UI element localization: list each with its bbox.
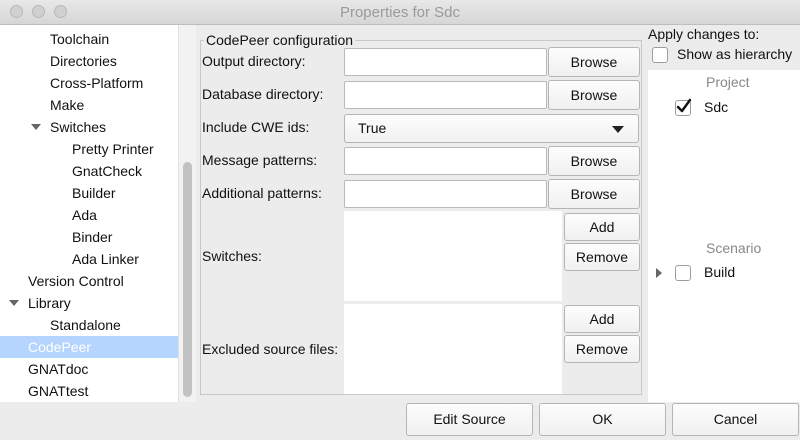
tree-item-label: Cross-Platform — [50, 75, 144, 91]
output-directory-field[interactable] — [344, 48, 547, 76]
include-cwe-value: True — [358, 120, 387, 136]
include-cwe-label: Include CWE ids: — [202, 119, 310, 135]
tree-item-codepeer[interactable]: CodePeer — [0, 336, 178, 358]
tree-item-ada-linker[interactable]: Ada Linker — [0, 248, 178, 270]
scenario-build-label: Build — [704, 264, 736, 280]
tree-item-label: Version Control — [28, 273, 124, 289]
dropdown-arrow-icon — [612, 126, 624, 133]
tree-item-ada[interactable]: Ada — [0, 204, 178, 226]
expand-triangle-icon[interactable] — [9, 300, 19, 306]
checkmark-icon — [676, 98, 691, 113]
include-cwe-select[interactable]: True — [344, 114, 639, 143]
tree-item-gnattest[interactable]: GNATtest — [0, 380, 178, 402]
properties-tree: Toolchain Directories Cross-Platform Mak… — [0, 25, 178, 402]
switches-add-button[interactable]: Add — [564, 213, 640, 241]
tree-item-toolchain[interactable]: Toolchain — [0, 28, 178, 50]
show-hierarchy-label: Show as hierarchy — [677, 46, 793, 62]
tree-item-label: Ada Linker — [72, 251, 139, 267]
tree-item-label: Toolchain — [50, 31, 110, 47]
tree-item-pretty-printer[interactable]: Pretty Printer — [0, 138, 178, 160]
excluded-add-button[interactable]: Add — [564, 305, 640, 333]
tree-item-cross-platform[interactable]: Cross-Platform — [0, 72, 178, 94]
project-sdc-checkbox[interactable] — [675, 98, 691, 116]
output-directory-label: Output directory: — [202, 53, 306, 69]
cancel-button[interactable]: Cancel — [672, 403, 799, 436]
apply-changes-panel — [648, 70, 800, 402]
excluded-remove-button[interactable]: Remove — [564, 335, 640, 363]
tree-item-binder[interactable]: Binder — [0, 226, 178, 248]
edit-source-button[interactable]: Edit Source — [406, 403, 533, 436]
group-title: CodePeer configuration — [204, 32, 356, 48]
tree-item-label: Pretty Printer — [72, 141, 154, 157]
message-patterns-browse-button[interactable]: Browse — [548, 146, 640, 176]
tree-scrollbar[interactable] — [178, 25, 196, 402]
tree-item-label: Builder — [72, 185, 116, 201]
database-directory-browse-button[interactable]: Browse — [548, 80, 640, 110]
tree-scrollbar-thumb[interactable] — [183, 162, 192, 397]
message-patterns-field[interactable] — [344, 147, 547, 175]
tree-item-label: GNATtest — [28, 383, 89, 399]
tree-item-version-control[interactable]: Version Control — [0, 270, 178, 292]
window-titlebar: Properties for Sdc — [0, 0, 800, 25]
tree-item-switches[interactable]: Switches — [0, 116, 178, 138]
tree-item-library[interactable]: Library — [0, 292, 178, 314]
tree-item-gnatdoc[interactable]: GNATdoc — [0, 358, 178, 380]
ok-button[interactable]: OK — [539, 403, 666, 436]
database-directory-field[interactable] — [344, 81, 547, 109]
tree-item-standalone[interactable]: Standalone — [0, 314, 178, 336]
tree-item-builder[interactable]: Builder — [0, 182, 178, 204]
expand-arrow-icon[interactable] — [656, 268, 662, 278]
output-directory-browse-button[interactable]: Browse — [548, 47, 640, 77]
tree-item-label: Ada — [72, 207, 97, 223]
switches-label: Switches: — [202, 248, 262, 264]
project-section-header: Project — [706, 74, 750, 90]
tree-item-label: Standalone — [50, 317, 121, 333]
switches-list[interactable] — [344, 211, 562, 301]
additional-patterns-field[interactable] — [344, 180, 547, 208]
tree-item-label: Binder — [72, 229, 113, 245]
additional-patterns-label: Additional patterns: — [202, 185, 322, 201]
tree-item-make[interactable]: Make — [0, 94, 178, 116]
scenario-build-checkbox[interactable] — [675, 265, 691, 281]
database-directory-label: Database directory: — [202, 86, 324, 102]
tree-item-label: CodePeer — [28, 339, 92, 355]
tree-item-directories[interactable]: Directories — [0, 50, 178, 72]
switches-remove-button[interactable]: Remove — [564, 243, 640, 271]
scenario-section-header: Scenario — [706, 240, 762, 256]
tree-item-label: GnatCheck — [72, 163, 143, 179]
message-patterns-label: Message patterns: — [202, 152, 318, 168]
additional-patterns-browse-button[interactable]: Browse — [548, 179, 640, 209]
apply-changes-title: Apply changes to: — [648, 26, 760, 42]
project-sdc-label: Sdc — [704, 99, 729, 115]
tree-item-label: GNATdoc — [28, 361, 89, 377]
show-hierarchy-checkbox[interactable] — [652, 47, 668, 63]
tree-item-label: Directories — [50, 53, 117, 69]
window-title: Properties for Sdc — [339, 4, 461, 21]
tree-item-label: Switches — [50, 119, 107, 135]
tree-item-gnatcheck[interactable]: GnatCheck — [0, 160, 178, 182]
tree-item-label: Make — [50, 97, 85, 113]
expand-triangle-icon[interactable] — [31, 124, 41, 130]
excluded-files-list[interactable] — [344, 304, 562, 394]
excluded-files-label: Excluded source files: — [202, 341, 339, 357]
tree-item-label: Library — [28, 295, 71, 311]
